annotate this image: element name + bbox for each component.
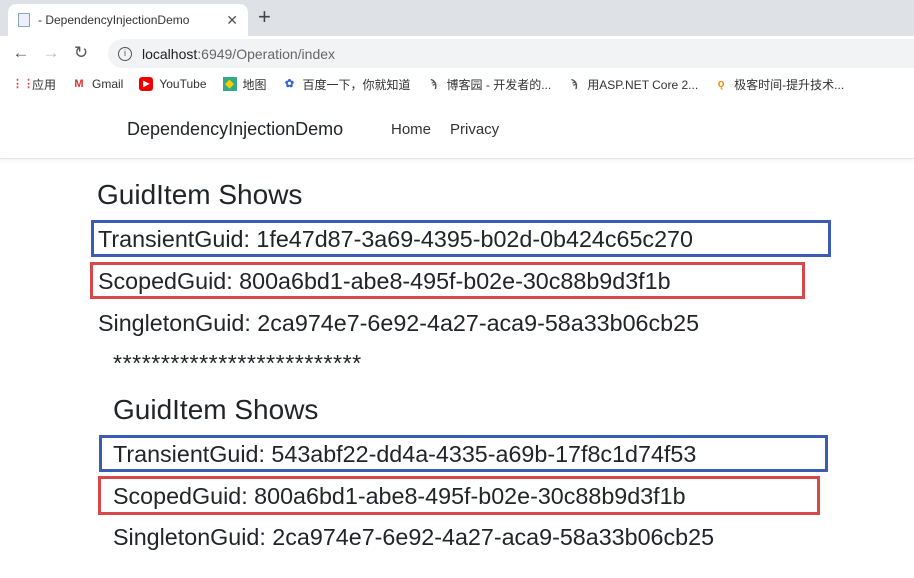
section-heading: GuidItem Shows (113, 394, 319, 425)
gmail-icon: M (74, 78, 84, 90)
bookmark-apps[interactable]: ⋮⋮ 应用 (12, 76, 56, 93)
reload-icon[interactable]: ↻ (66, 43, 96, 63)
browser-tab[interactable]: - DependencyInjectionDemo ✕ (8, 4, 248, 36)
bookmark-label: 百度一下，你就知道 (302, 77, 411, 92)
tab-strip: - DependencyInjectionDemo ✕ + (0, 0, 914, 36)
bookmark-label: 极客时间-提升技术... (734, 77, 845, 92)
singleton-guid: SingletonGuid: 2ca974e7-6e92-4a27-aca9-5… (113, 524, 715, 550)
new-tab-button[interactable]: + (258, 4, 271, 30)
nav-link-home[interactable]: Home (391, 121, 431, 138)
bookmark-label: 地图 (242, 77, 267, 92)
url-host: localhost (142, 45, 198, 62)
singleton-guid: SingletonGuid: 2ca974e7-6e92-4a27-aca9-5… (98, 310, 700, 336)
close-tab-icon[interactable]: ✕ (226, 12, 238, 29)
bookmark-label: 用ASP.NET Core 2... (587, 77, 699, 92)
bookmark-geektime[interactable]: ǫ 极客时间-提升技术... (714, 76, 844, 93)
baidu-icon: ✿ (284, 78, 295, 90)
forward-icon[interactable]: → (36, 43, 66, 63)
cnblogs-icon: ϡ (430, 78, 437, 90)
geektime-icon: ǫ (717, 78, 725, 90)
info-icon[interactable]: i (118, 46, 132, 61)
scoped-guid: ScopedGuid: 800a6bd1-abe8-495f-b02e-30c8… (98, 268, 671, 294)
bookmark-label: YouTube (159, 77, 207, 91)
bookmark-label: 博客园 - 开发者的... (446, 77, 552, 92)
address-bar-row: ← → ↻ i localhost:6949/Operation/index (0, 36, 914, 70)
bookmark-gmail[interactable]: M Gmail (72, 77, 123, 91)
transient-guid: TransientGuid: 1fe47d87-3a69-4395-b02d-0… (98, 226, 693, 252)
page-icon (18, 13, 30, 27)
url-input[interactable]: i localhost:6949/Operation/index (108, 39, 914, 68)
tab-title: - DependencyInjectionDemo (38, 13, 190, 27)
apps-grid-icon: ⋮⋮ (12, 78, 34, 90)
youtube-icon: ▶ (139, 77, 154, 91)
bookmark-label: Gmail (92, 77, 124, 91)
bookmark-cnblogs[interactable]: ϡ 博客园 - 开发者的... (427, 76, 552, 93)
url-path: :6949/Operation/index (197, 45, 336, 62)
back-icon[interactable]: ← (6, 43, 36, 63)
bookmarks-bar: ⋮⋮ 应用 M Gmail ▶ YouTube ◆ 地图 ✿ 百度一下，你就知道 ϡ 博客园… (0, 70, 914, 98)
separator: ************************** (113, 350, 362, 376)
cnblogs-icon: ϡ (570, 78, 578, 90)
nav-link-privacy[interactable]: Privacy (450, 121, 499, 138)
bookmark-baidu[interactable]: ✿ 百度一下，你就知道 (283, 76, 411, 93)
bookmark-maps[interactable]: ◆ 地图 (222, 76, 267, 93)
scoped-guid: ScopedGuid: 800a6bd1-abe8-495f-b02e-30c8… (113, 483, 686, 509)
bookmark-label: 应用 (32, 77, 57, 92)
navbar-brand[interactable]: DependencyInjectionDemo (127, 119, 343, 140)
maps-icon: ◆ (222, 77, 237, 91)
site-navbar: DependencyInjectionDemo Home Privacy (0, 100, 914, 159)
bookmark-youtube[interactable]: ▶ YouTube (139, 77, 207, 91)
bookmark-aspnet[interactable]: ϡ 用ASP.NET Core 2... (567, 76, 698, 93)
transient-guid: TransientGuid: 543abf22-dd4a-4335-a69b-1… (113, 441, 697, 467)
section-heading: GuidItem Shows (97, 179, 303, 210)
